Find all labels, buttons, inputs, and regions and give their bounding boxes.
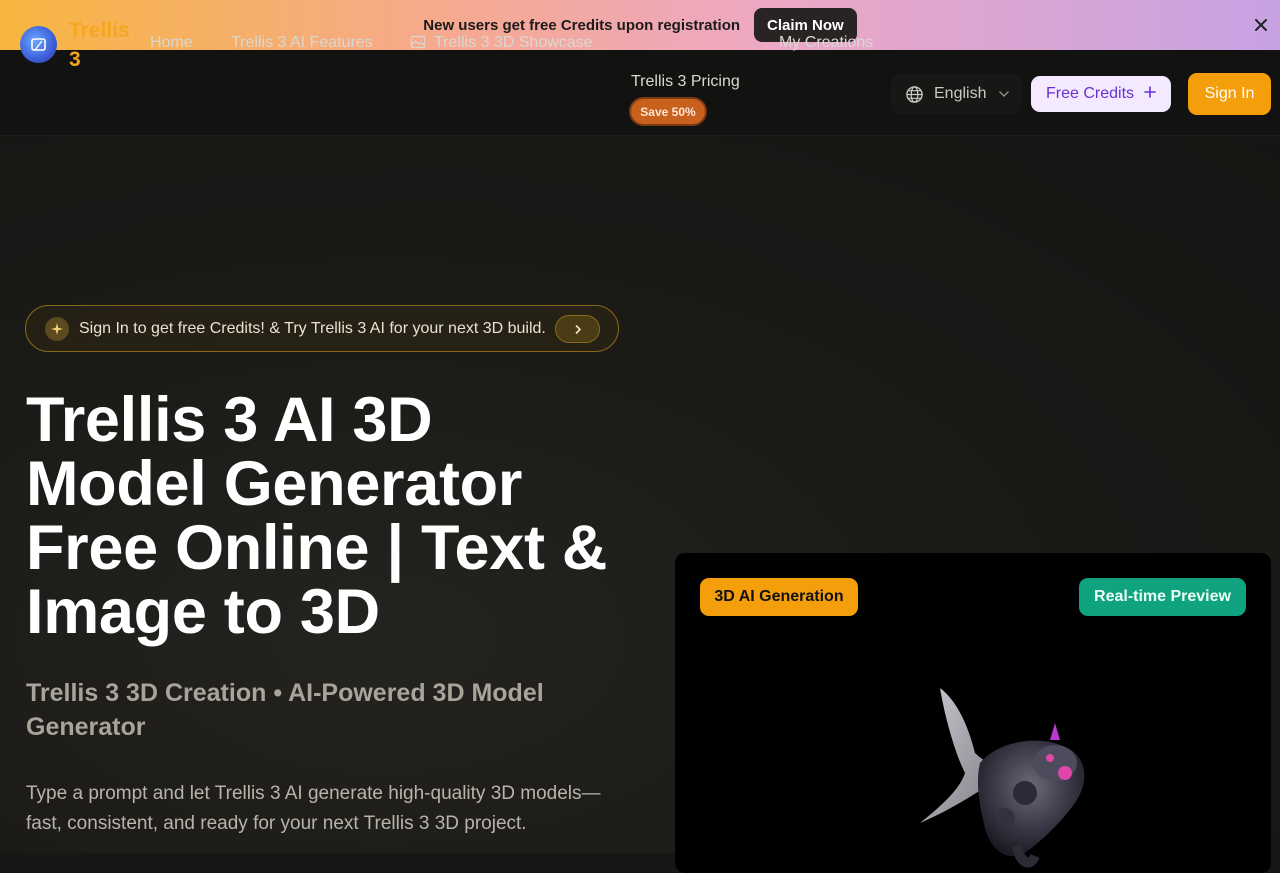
nav-showcase[interactable]: Trellis 3 3D Showcase xyxy=(410,33,593,56)
plus-icon xyxy=(1144,85,1156,103)
chevron-right-icon[interactable] xyxy=(555,315,600,343)
nav-features[interactable]: Trellis 3 AI Features xyxy=(231,33,373,53)
brand-name[interactable]: Trellis 3 xyxy=(69,16,139,74)
announcement-pill[interactable]: Sign In to get free Credits! & Try Trell… xyxy=(25,305,619,352)
free-credits-button[interactable]: Free Credits xyxy=(1031,76,1171,112)
globe-icon xyxy=(905,85,924,104)
nav-pricing[interactable]: Trellis 3 Pricing xyxy=(631,72,740,92)
realtime-preview-tag: Real-time Preview xyxy=(1079,578,1246,616)
free-credits-label: Free Credits xyxy=(1045,85,1135,102)
gallery-icon xyxy=(410,34,426,56)
hero-title: Trellis 3 AI 3D Model Generator Free Onl… xyxy=(26,385,608,647)
nav-my-creations[interactable]: My Creations xyxy=(779,33,873,53)
hero-description: Type a prompt and let Trellis 3 AI gener… xyxy=(26,783,601,834)
chevron-down-icon xyxy=(998,90,1010,98)
3d-model-render[interactable] xyxy=(905,678,1105,873)
announcement-text: Sign In to get free Credits! & Try Trell… xyxy=(79,319,546,337)
logo-icon[interactable] xyxy=(20,26,57,63)
nav-showcase-label: Trellis 3 3D Showcase xyxy=(434,34,593,51)
promo-text: New users get free Credits upon registra… xyxy=(423,16,741,34)
hero-subtitle: Trellis 3 3D Creation • AI-Powered 3D Mo… xyxy=(26,679,544,741)
save-badge: Save 50% xyxy=(629,97,707,126)
sparkle-icon xyxy=(45,316,69,341)
generation-tag: 3D AI Generation xyxy=(700,578,858,616)
close-icon[interactable] xyxy=(1248,12,1274,38)
model-preview-card[interactable]: 3D AI Generation Real-time Preview xyxy=(675,553,1271,873)
nav-home[interactable]: Home xyxy=(150,33,193,53)
language-label: English xyxy=(934,85,987,102)
language-selector[interactable]: English xyxy=(891,74,1022,114)
sign-in-button[interactable]: Sign In xyxy=(1188,73,1271,115)
